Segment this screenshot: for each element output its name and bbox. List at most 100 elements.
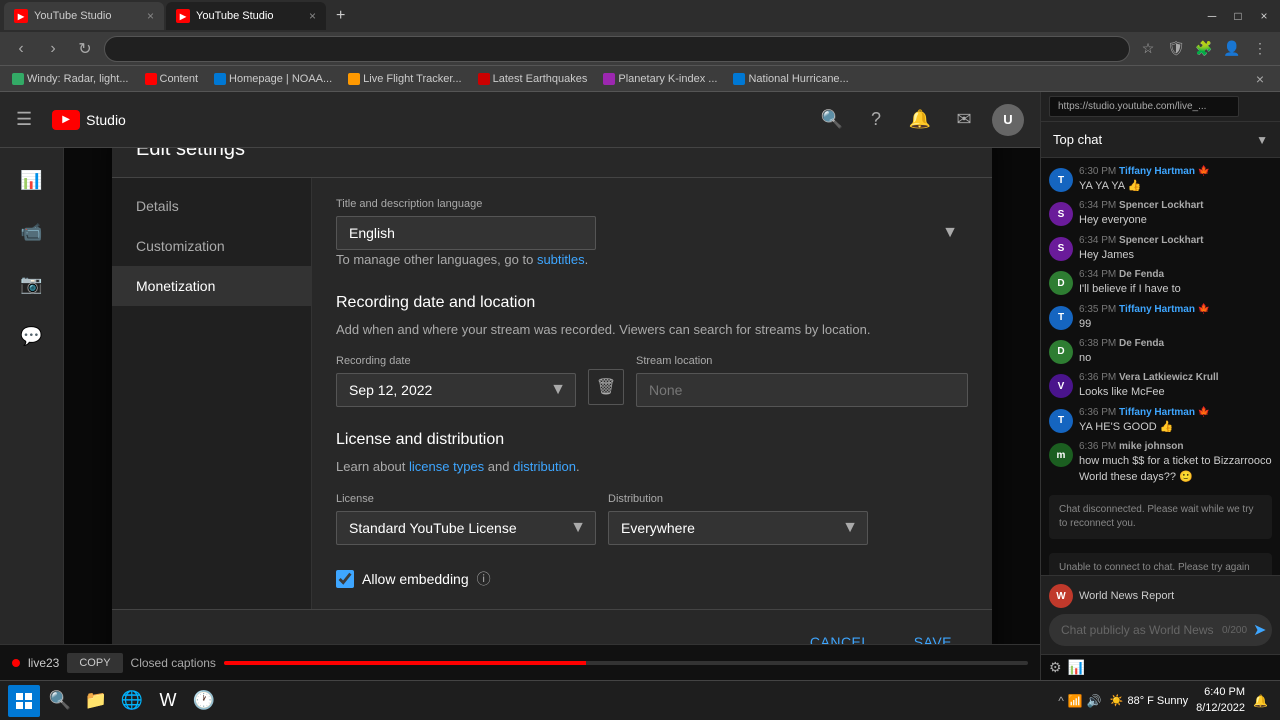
hamburger-menu[interactable]: ☰ [16,109,32,130]
chat-text-8: YA HE'S GOOD 👍 [1079,420,1272,435]
nav-item-monetization[interactable]: Monetization [112,266,311,306]
dashboard-icon: 📊 [20,170,42,191]
tab-favicon-1: ▶ [14,9,28,23]
browser-tab-2[interactable]: ▶ YouTube Studio × [166,2,326,30]
address-input[interactable]: https://studio.youtube.com/video/q1chOzT… [117,42,1117,56]
chat-settings-icon[interactable]: ⚙ [1049,659,1062,676]
taskbar-icon-search[interactable]: 🔍 [44,685,76,717]
maximize-button[interactable]: □ [1226,6,1250,26]
license-select[interactable]: Standard YouTube License Creative Common… [336,511,596,545]
chat-msg-content-6: 6:38 PM De Fenda no [1079,338,1272,366]
help-icon[interactable]: ? [860,104,892,136]
bookmark-5[interactable]: Latest Earthquakes [474,71,592,87]
bookmark-3[interactable]: Homepage | NOAA... [210,71,336,87]
chat-avatar-7: V [1049,374,1073,398]
refresh-button[interactable]: ↻ [72,36,98,62]
save-button[interactable]: SAVE [898,626,968,644]
modal-footer: CANCEL SAVE [112,609,992,644]
chat-username-2: Spencer Lockhart [1119,200,1203,211]
captions-label: Closed captions [131,656,216,670]
embedding-checkbox[interactable] [336,570,354,588]
tray-icon-1[interactable]: ^ [1058,694,1064,708]
bookmark-4[interactable]: Live Flight Tracker... [344,71,465,87]
chat-input-area: W World News Report 0/200 ➤ [1041,575,1280,654]
taskbar-time[interactable]: 6:40 PM 8/12/2022 [1196,685,1245,716]
chat-header: Top chat ▼ [1041,122,1280,158]
bookmarks-close[interactable]: × [1248,67,1272,91]
search-icon[interactable]: 🔍 [816,104,848,136]
forward-button[interactable]: › [40,36,66,62]
taskbar-icon-clock[interactable]: 🕐 [188,685,220,717]
chat-meta-7: 6:36 PM Vera Latkiewicz Krull [1079,372,1272,383]
more-icon[interactable]: ⋮ [1248,37,1272,61]
copy-button[interactable]: COPY [67,653,122,673]
chat-input[interactable] [1061,623,1216,637]
sidebar-item-comments[interactable]: 💬 [8,312,56,360]
embedding-label[interactable]: Allow embedding [362,571,469,587]
start-button[interactable] [8,685,40,717]
chat-text-4: I'll believe if I have to [1079,282,1272,297]
chat-text-9: how much $$ for a ticket to Bizzarrooco … [1079,454,1272,485]
tray-icon-volume[interactable]: 🔊 [1087,694,1102,708]
tray-icon-network[interactable]: 📶 [1068,694,1083,708]
star-icon[interactable]: ☆ [1136,37,1160,61]
tray-notification-icon[interactable]: 🔔 [1253,694,1268,708]
bookmark-6[interactable]: Planetary K-index ... [599,71,721,87]
nav-item-customization[interactable]: Customization [112,226,311,266]
stream-indicator [12,659,20,667]
toolbar-icons: ☆ 🛡 🧩 👤 ⋮ [1136,37,1272,61]
tab-close-2[interactable]: × [309,9,316,23]
extensions-icon[interactable]: 🧩 [1192,37,1216,61]
location-input[interactable] [636,373,968,407]
user-icon[interactable]: 👤 [1220,37,1244,61]
send-icon[interactable]: ✉ [948,104,980,136]
sidebar-item-channel[interactable]: 📷 [8,260,56,308]
sidebar-item-dashboard[interactable]: 📊 [8,156,56,204]
subtitles-link[interactable]: subtitles [537,252,585,267]
tab-close-1[interactable]: × [147,9,154,23]
date-picker[interactable]: Sep 12, 2022 [336,373,576,407]
cancel-button[interactable]: CANCEL [794,626,886,644]
bookmark-2[interactable]: Content [141,71,203,87]
back-button[interactable]: ‹ [8,36,34,62]
taskbar-icon-explorer[interactable]: 📁 [80,685,112,717]
new-tab-button[interactable]: + [328,7,353,25]
tab-favicon-2: ▶ [176,9,190,23]
shield-icon[interactable]: 🛡 [1164,37,1188,61]
chat-time-8: 6:36 PM [1079,407,1116,418]
delete-date-button[interactable]: 🗑 [588,369,624,405]
sidebar-item-videos[interactable]: 📹 [8,208,56,256]
bookmark-1[interactable]: Windy: Radar, light... [8,71,133,87]
chat-input-row[interactable]: 0/200 ➤ [1049,614,1272,646]
channel-icon: 📷 [20,274,42,295]
language-note: To manage other languages, go to subtitl… [336,250,968,270]
user-avatar[interactable]: U [992,104,1024,136]
taskbar-icon-word[interactable]: W [152,685,184,717]
chat-message-6: D 6:38 PM De Fenda no [1049,338,1272,366]
chat-notice-1: Chat disconnected. Please wait while we … [1049,495,1272,539]
distribution-select[interactable]: Everywhere Nowhere [608,511,868,545]
chat-time-2: 6:34 PM [1079,200,1116,211]
taskbar-icon-chrome[interactable]: 🌐 [116,685,148,717]
modal-body: Details Customization Monetization Title… [112,178,992,609]
language-select[interactable]: English Spanish French [336,216,596,250]
chat-header-chevron[interactable]: ▼ [1256,133,1268,147]
address-bar[interactable]: https://studio.youtube.com/video/q1chOzT… [104,36,1130,62]
bookmark-7[interactable]: National Hurricane... [729,71,852,87]
notifications-icon[interactable]: 🔔 [904,104,936,136]
yt-logo: Studio [52,110,126,130]
minimize-button[interactable]: ─ [1200,6,1224,26]
studio-content: 📊 📹 📷 💬 Edit settings [0,148,1040,644]
chat-send-button[interactable]: ➤ [1253,620,1266,640]
chat-username-9: mike johnson [1119,441,1183,452]
license-types-link[interactable]: license types [409,459,484,474]
chat-meta-9: 6:36 PM mike johnson [1079,441,1272,452]
embedding-help-icon[interactable]: ⓘ [477,569,491,589]
date-label: Recording date [336,355,576,367]
chat-stats-icon[interactable]: 📊 [1068,659,1085,676]
distribution-link[interactable]: distribution [513,459,576,474]
window-close-button[interactable]: × [1252,6,1276,26]
browser-tab-1[interactable]: ▶ YouTube Studio × [4,2,164,30]
nav-item-details[interactable]: Details [112,186,311,226]
modal-header: Edit settings [112,148,992,178]
